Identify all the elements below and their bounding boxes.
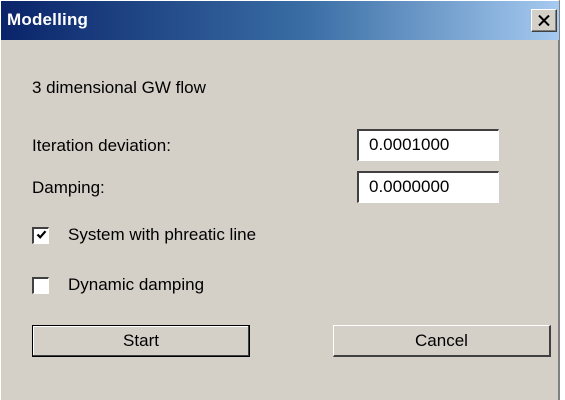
checkmark-icon [36,227,47,245]
model-type-label: 3 dimensional GW flow [32,78,206,97]
damping-field[interactable]: 0.0000000 [357,171,499,203]
phreatic-line-checkbox[interactable] [32,227,49,244]
damping-label: Damping: [32,178,105,197]
window-title: Modelling [7,10,89,29]
dynamic-damping-label[interactable]: Dynamic damping [68,275,204,295]
iteration-deviation-field[interactable]: 0.0001000 [357,129,499,161]
dynamic-damping-checkbox[interactable] [32,277,49,294]
start-button[interactable]: Start [32,325,250,357]
phreatic-line-label[interactable]: System with phreatic line [68,225,256,245]
title-bar[interactable]: Modelling [1,1,559,40]
close-button[interactable] [531,9,557,32]
close-icon [538,15,550,26]
modelling-dialog: Modelling 3 dimensional GW flow Iteratio… [0,0,560,400]
cancel-button[interactable]: Cancel [333,325,551,357]
iteration-deviation-label: Iteration deviation: [32,136,171,155]
